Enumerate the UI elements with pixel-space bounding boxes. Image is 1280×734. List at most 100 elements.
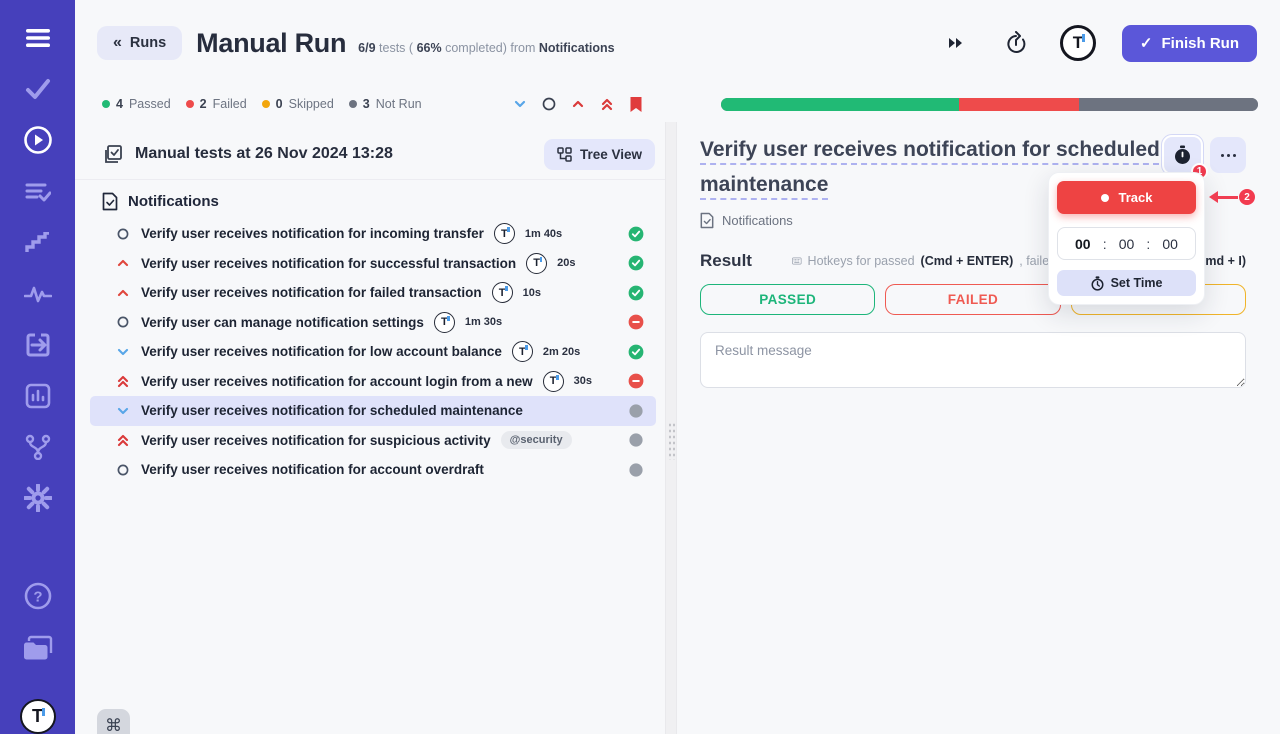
test-row[interactable]: Verify user receives notification for ac… (90, 367, 656, 397)
run-panel-title: Manual tests at 26 Nov 2024 13:28 (135, 145, 393, 163)
hotkey-passed: (Cmd + ENTER) (921, 254, 1014, 268)
failed-button[interactable]: FAILED (885, 284, 1060, 315)
test-tag: @security (501, 431, 572, 449)
minutes-field[interactable]: 00 (1119, 236, 1135, 252)
logo-tick (1082, 34, 1085, 42)
automation-logo-icon: T (512, 341, 533, 362)
restart-timer-icon[interactable] (1002, 29, 1030, 57)
run-panel-header: Manual tests at 26 Nov 2024 13:28 Tree V… (75, 136, 665, 172)
set-time-button[interactable]: Set Time (1057, 270, 1196, 296)
test-row[interactable]: Verify user receives notification for in… (90, 219, 656, 249)
panel-resizer[interactable] (665, 122, 677, 734)
test-row[interactable]: Verify user receives notification for lo… (90, 337, 656, 367)
chevron-down-icon[interactable] (511, 95, 529, 113)
chevron-up-icon[interactable] (569, 95, 587, 113)
double-chevron-up-icon[interactable] (598, 95, 616, 113)
time-separator: : (1146, 236, 1150, 252)
fast-forward-icon[interactable] (942, 29, 970, 57)
test-row-title: Verify user receives notification for in… (141, 226, 484, 241)
test-status-icon (628, 226, 644, 242)
skipped-count: 0 Skipped (262, 97, 334, 111)
suite-group-row[interactable]: Notifications (102, 192, 665, 211)
run-play-icon[interactable] (23, 126, 53, 154)
analytics-icon[interactable] (23, 382, 53, 409)
detail-actions: 1 (1162, 135, 1246, 175)
test-duration: 30s (574, 375, 592, 387)
hotkeys-text: Hotkeys for passed (808, 254, 915, 268)
back-to-runs-button[interactable]: « Runs (97, 26, 182, 60)
test-list: Verify user receives notification for in… (75, 219, 665, 485)
test-row-title: Verify user can manage notification sett… (141, 315, 424, 330)
automation-logo-icon: T (526, 253, 547, 274)
timer-button[interactable]: 1 (1162, 135, 1203, 175)
bookmark-icon[interactable] (627, 95, 645, 113)
progress-segment-failed (959, 98, 1078, 111)
circle-priority-icon[interactable] (540, 95, 558, 113)
priority-icon (115, 344, 131, 360)
finish-run-label: Finish Run (1162, 35, 1240, 52)
page-title: Manual Run (196, 28, 346, 59)
result-message-input[interactable] (700, 332, 1246, 388)
test-row-title: Verify user receives notification for su… (141, 256, 516, 271)
test-row[interactable]: Verify user receives notification for ac… (90, 455, 656, 485)
progress-segment-passed (721, 98, 960, 111)
tree-view-button[interactable]: Tree View (544, 139, 655, 170)
command-key-button[interactable]: ⌘ (97, 709, 130, 734)
test-row[interactable]: Verify user can manage notification sett… (90, 308, 656, 338)
run-progress-bar (721, 98, 1258, 111)
passed-label: Passed (129, 97, 171, 111)
help-icon[interactable]: ? (23, 582, 53, 610)
annotation-arrow: 2 (1209, 189, 1255, 205)
menu-icon[interactable] (23, 24, 53, 51)
test-duration: 2m 20s (543, 346, 580, 358)
record-dot-icon (1101, 194, 1109, 202)
runs-button-label: Runs (130, 35, 166, 51)
steps-icon[interactable] (23, 229, 53, 256)
account-logo[interactable]: T (1060, 25, 1096, 61)
passed-button[interactable]: PASSED (700, 284, 875, 315)
import-icon[interactable] (23, 331, 53, 358)
test-row[interactable]: Verify user receives notification for su… (90, 249, 656, 279)
automation-logo-icon: T (543, 371, 564, 392)
files-folder-icon[interactable] (23, 634, 53, 661)
track-label: Track (1119, 190, 1153, 205)
test-plans-icon[interactable] (23, 178, 53, 205)
test-duration: 1m 30s (465, 316, 502, 328)
test-duration: 10s (523, 287, 541, 299)
arrow-line (1218, 196, 1238, 199)
tests-check-icon[interactable] (23, 75, 53, 102)
settings-gear-icon[interactable] (23, 484, 53, 512)
branches-icon[interactable] (23, 433, 53, 460)
test-status-icon (628, 314, 644, 330)
resizer-grip-icon[interactable] (668, 422, 675, 460)
notrun-dot-icon (349, 100, 357, 108)
track-button[interactable]: Track (1057, 181, 1196, 214)
time-input[interactable]: 00 : 00 : 00 (1057, 227, 1196, 260)
test-row[interactable]: Verify user receives notification for fa… (90, 278, 656, 308)
set-time-icon (1091, 276, 1104, 291)
main-area: « Runs Manual Run 6/9 tests ( 66% comple… (75, 0, 1280, 734)
skipped-label: Skipped (289, 97, 334, 111)
notrun-count: 3 Not Run (349, 97, 422, 111)
failed-label: Failed (213, 97, 247, 111)
keyboard-icon (792, 254, 802, 268)
pulse-icon[interactable] (23, 280, 53, 307)
test-row-title: Verify user receives notification for ac… (141, 462, 484, 477)
completed-percent: 66% (417, 41, 442, 55)
more-options-button[interactable] (1210, 137, 1246, 173)
app-window: ? T « Runs Manual Run 6/9 tests ( 66% co… (0, 0, 1280, 734)
app-logo[interactable]: T (20, 699, 56, 734)
finish-run-button[interactable]: ✓ Finish Run (1122, 25, 1257, 62)
back-chevron-icon: « (113, 34, 122, 52)
tree-view-label: Tree View (580, 147, 642, 162)
test-status-icon (628, 462, 644, 478)
test-row[interactable]: Verify user receives notification for sc… (90, 396, 656, 426)
test-status-icon (628, 373, 644, 389)
seconds-field[interactable]: 00 (1162, 236, 1178, 252)
hours-field[interactable]: 00 (1075, 236, 1091, 252)
automation-logo-icon: T (492, 282, 513, 303)
test-row[interactable]: Verify user receives notification for su… (90, 426, 656, 456)
test-status-icon (628, 344, 644, 360)
completed-word: completed) from (445, 41, 535, 55)
passed-value: 4 (116, 97, 123, 111)
